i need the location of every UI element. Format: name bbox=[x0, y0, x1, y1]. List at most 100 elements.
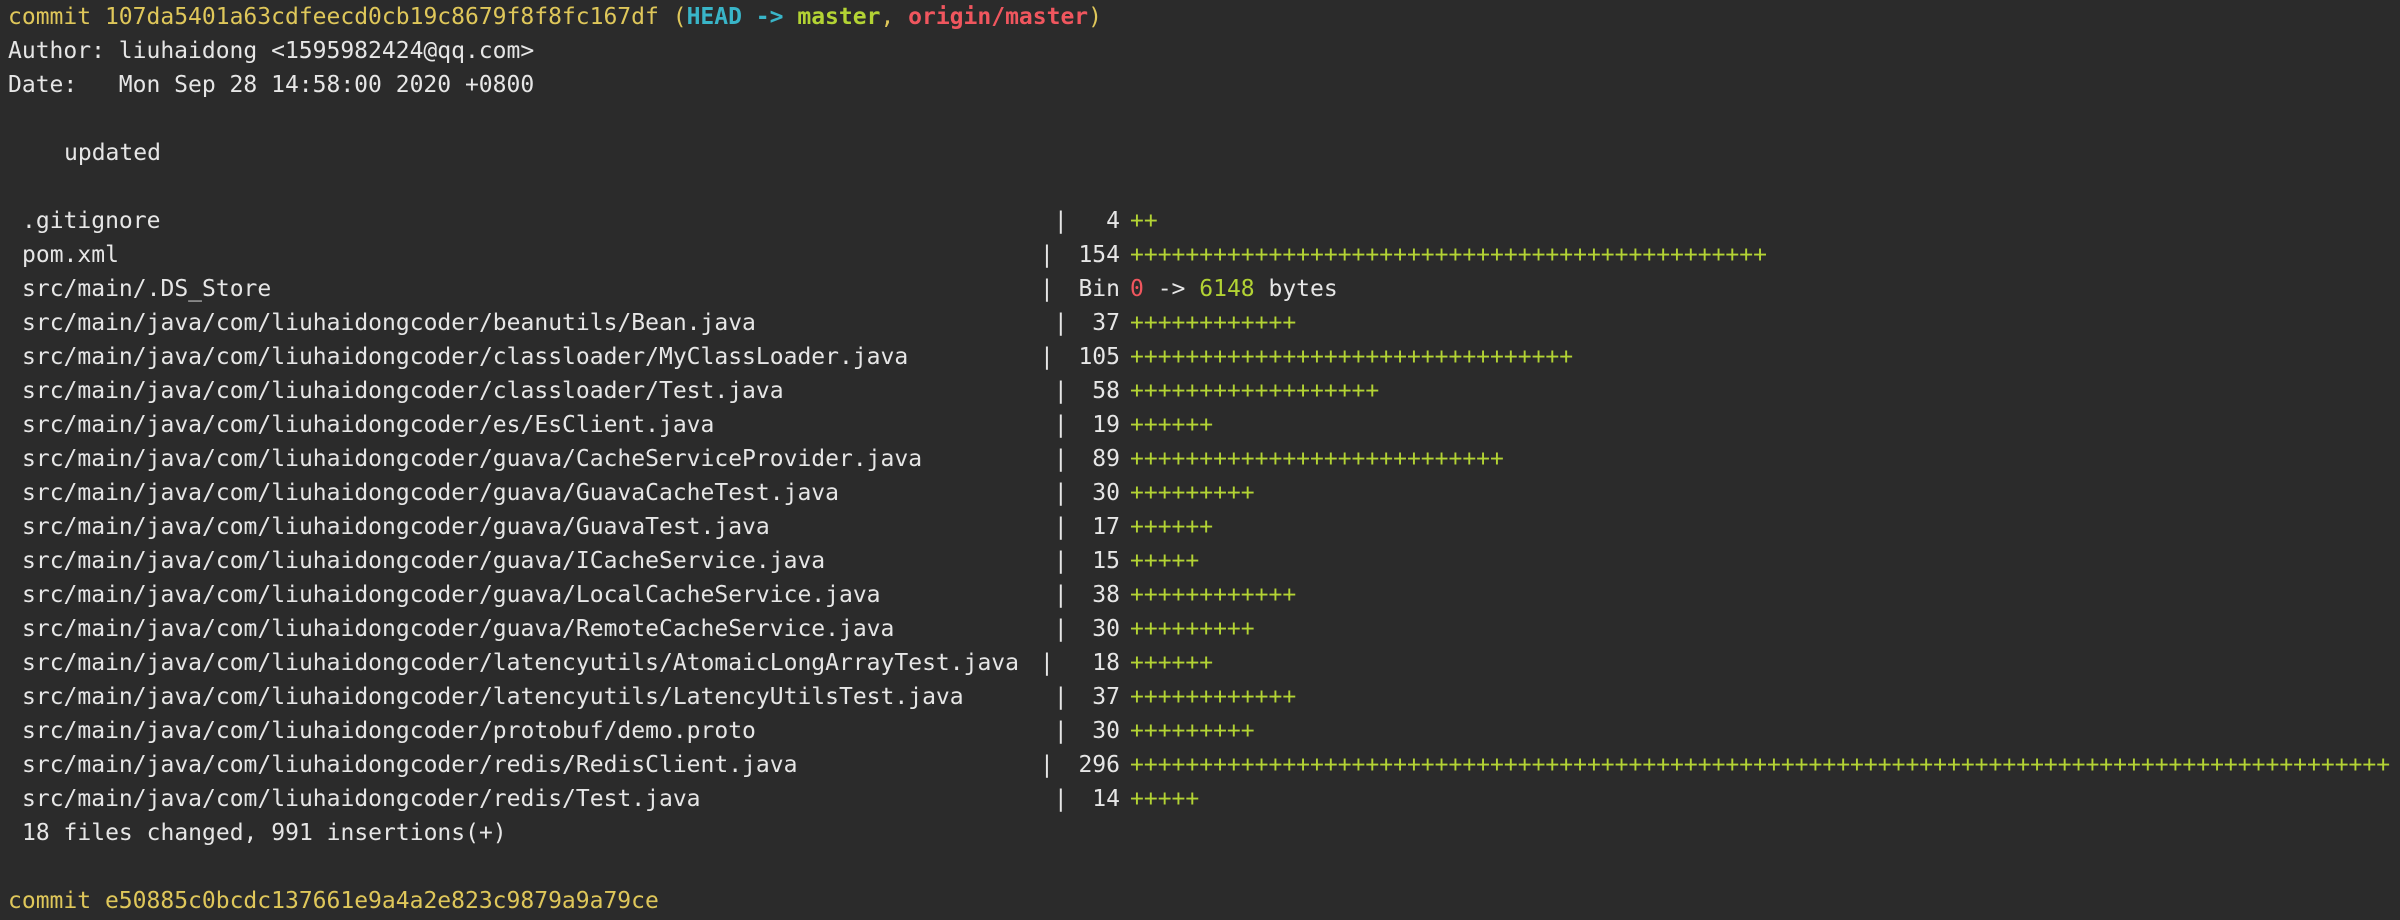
change-count: 37 bbox=[1092, 684, 1120, 710]
terminal-window[interactable]: commit 107da5401a63cdfeecd0cb19c8679f8f8… bbox=[0, 0, 2400, 920]
separator: | bbox=[1040, 514, 1068, 540]
commit-hash[interactable]: e50885c0bcdc137661e9a4a2e823c9879a9a79ce bbox=[105, 888, 659, 914]
diffstat-row: src/main/java/com/liuhaidongcoder/guava/… bbox=[8, 442, 2400, 476]
file-path: src/main/java/com/liuhaidongcoder/beanut… bbox=[22, 310, 756, 336]
change-count: 30 bbox=[1092, 480, 1120, 506]
diffstat-row: src/main/java/com/liuhaidongcoder/redis/… bbox=[8, 748, 2400, 782]
head-ref: HEAD bbox=[686, 4, 742, 30]
separator: | bbox=[1040, 344, 1054, 370]
file-path: src/main/java/com/liuhaidongcoder/guava/… bbox=[22, 514, 770, 540]
separator: | bbox=[1040, 684, 1068, 710]
size-from: 0 bbox=[1130, 276, 1144, 302]
head-arrow: -> bbox=[741, 4, 798, 30]
file-path: .gitignore bbox=[22, 208, 161, 234]
file-path: src/main/java/com/liuhaidongcoder/guava/… bbox=[22, 480, 839, 506]
diffstat-row: .gitignore | 4 ++ bbox=[8, 204, 2400, 238]
diffstat-row: src/main/java/com/liuhaidongcoder/beanut… bbox=[8, 306, 2400, 340]
diffstat-row: src/main/java/com/liuhaidongcoder/es/EsC… bbox=[8, 408, 2400, 442]
diffstat-row: src/main/java/com/liuhaidongcoder/guava/… bbox=[8, 612, 2400, 646]
separator: | bbox=[1040, 446, 1068, 472]
diffstat-row: src/main/java/com/liuhaidongcoder/latenc… bbox=[8, 680, 2400, 714]
separator: | bbox=[1040, 412, 1068, 438]
binary-label: Bin bbox=[1078, 276, 1120, 302]
insertion-bar: +++++++++ bbox=[1130, 616, 1255, 642]
change-count: 4 bbox=[1106, 208, 1120, 234]
diffstat-row: src/main/java/com/liuhaidongcoder/guava/… bbox=[8, 578, 2400, 612]
change-count: 15 bbox=[1092, 548, 1120, 574]
file-path: src/main/java/com/liuhaidongcoder/redis/… bbox=[22, 752, 798, 778]
file-path: src/main/java/com/liuhaidongcoder/guava/… bbox=[22, 446, 923, 472]
insertion-bar: +++++++++++++++++++++++++++ bbox=[1130, 446, 1504, 472]
file-path: src/main/java/com/liuhaidongcoder/es/EsC… bbox=[22, 412, 715, 438]
file-path: pom.xml bbox=[22, 242, 119, 268]
insertion-bar: +++++++++ bbox=[1130, 718, 1255, 744]
diffstat-summary: 18 files changed, 991 insertions(+) bbox=[22, 820, 507, 846]
file-path: src/main/java/com/liuhaidongcoder/redis/… bbox=[22, 786, 701, 812]
separator: | bbox=[1040, 208, 1068, 234]
change-count: 37 bbox=[1092, 310, 1120, 336]
diffstat-row: src/main/java/com/liuhaidongcoder/redis/… bbox=[8, 782, 2400, 816]
commit-label: commit bbox=[8, 4, 92, 30]
change-count: 18 bbox=[1092, 650, 1120, 676]
binary-size-change: 0 -> 6148 bytes bbox=[1120, 272, 1338, 306]
insertion-bar: ++++++ bbox=[1130, 514, 1214, 540]
diffstat-row: src/main/.DS_Store | Bin 0 -> 6148 bytes bbox=[8, 272, 2400, 306]
insertion-bar: ++ bbox=[1130, 208, 1158, 234]
ref-comma: , bbox=[880, 4, 909, 30]
diffstat-row: src/main/java/com/liuhaidongcoder/latenc… bbox=[8, 646, 2400, 680]
separator: | bbox=[1040, 378, 1068, 404]
insertion-bar: ++++++ bbox=[1130, 412, 1214, 438]
ref-paren-open: ( bbox=[672, 4, 687, 30]
change-count: 89 bbox=[1092, 446, 1120, 472]
author-line: Author: liuhaidong <1595982424@qq.com> bbox=[8, 38, 535, 64]
file-path: src/main/java/com/liuhaidongcoder/classl… bbox=[22, 378, 784, 404]
diffstat-row: src/main/java/com/liuhaidongcoder/classl… bbox=[8, 374, 2400, 408]
separator: | bbox=[1040, 548, 1068, 574]
file-path: src/main/.DS_Store bbox=[22, 276, 272, 302]
file-path: src/main/java/com/liuhaidongcoder/latenc… bbox=[22, 684, 964, 710]
file-path: src/main/java/com/liuhaidongcoder/protob… bbox=[22, 718, 756, 744]
insertion-bar: ++++++++++++++++++++++++++++++++++++++++… bbox=[1130, 752, 2391, 778]
separator: | bbox=[1040, 276, 1054, 302]
diffstat-row: src/main/java/com/liuhaidongcoder/protob… bbox=[8, 714, 2400, 748]
insertion-bar: +++++++++ bbox=[1130, 480, 1255, 506]
size-unit: bytes bbox=[1254, 276, 1338, 302]
change-count: 30 bbox=[1092, 718, 1120, 744]
separator: | bbox=[1040, 242, 1054, 268]
commit-header: commit e50885c0bcdc137661e9a4a2e823c9879… bbox=[8, 884, 2400, 918]
insertion-bar: ++++++++++++++++++++++++++++++++++++++++… bbox=[1130, 242, 1767, 268]
change-count: 58 bbox=[1092, 378, 1120, 404]
commit-header: commit 107da5401a63cdfeecd0cb19c8679f8f8… bbox=[8, 0, 2400, 34]
separator: | bbox=[1040, 582, 1068, 608]
insertion-bar: ++++++++++++++++++++++++++++++++ bbox=[1130, 344, 1574, 370]
file-path: src/main/java/com/liuhaidongcoder/classl… bbox=[22, 344, 909, 370]
separator: | bbox=[1040, 650, 1054, 676]
change-count: 14 bbox=[1092, 786, 1120, 812]
separator: | bbox=[1040, 480, 1068, 506]
change-count: 105 bbox=[1078, 344, 1120, 370]
change-count: 30 bbox=[1092, 616, 1120, 642]
separator: | bbox=[1040, 786, 1068, 812]
file-path: src/main/java/com/liuhaidongcoder/guava/… bbox=[22, 582, 881, 608]
commit-message: updated bbox=[64, 140, 161, 166]
diffstat-row: pom.xml | 154 +++++++++++++++++++++++++++++… bbox=[8, 238, 2400, 272]
insertion-bar: +++++ bbox=[1130, 786, 1200, 812]
diffstat-list: .gitignore | 4 ++ pom.xml | 154 ++++++++++++++… bbox=[8, 204, 2400, 816]
insertion-bar: ++++++ bbox=[1130, 650, 1214, 676]
separator: | bbox=[1040, 718, 1068, 744]
date-line: Date: Mon Sep 28 14:58:00 2020 +0800 bbox=[8, 72, 535, 98]
file-path: src/main/java/com/liuhaidongcoder/guava/… bbox=[22, 616, 895, 642]
commit-hash[interactable]: 107da5401a63cdfeecd0cb19c8679f8f8fc167df bbox=[105, 4, 659, 30]
size-to: 6148 bbox=[1199, 276, 1255, 302]
separator: | bbox=[1040, 310, 1068, 336]
insertion-bar: ++++++++++++ bbox=[1130, 684, 1297, 710]
change-count: 296 bbox=[1078, 752, 1120, 778]
separator: | bbox=[1040, 752, 1054, 778]
branch-ref: master bbox=[797, 4, 881, 30]
insertion-bar: ++++++++++++ bbox=[1130, 310, 1297, 336]
change-count: 38 bbox=[1092, 582, 1120, 608]
separator: | bbox=[1040, 616, 1068, 642]
